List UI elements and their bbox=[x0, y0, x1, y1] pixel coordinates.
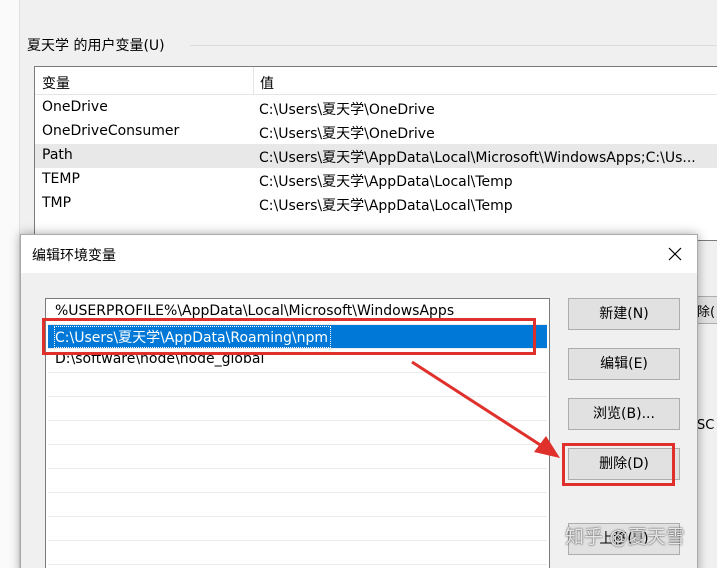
edit-env-variable-dialog: 编辑环境变量 %USERPROFILE%\AppData\Local\Micro… bbox=[20, 234, 698, 568]
path-entry-empty[interactable] bbox=[48, 445, 547, 469]
path-entry-empty[interactable] bbox=[48, 469, 547, 493]
path-entry-empty[interactable] bbox=[48, 517, 547, 541]
window-edge bbox=[0, 0, 20, 568]
path-entry-node-global[interactable]: D:\software\node\node_global bbox=[48, 349, 547, 373]
column-separator[interactable] bbox=[253, 67, 254, 95]
path-entry-npm[interactable]: C:\Users\夏天学\AppData\Roaming\npm bbox=[48, 325, 547, 349]
variable-value: C:\Users\夏天学\OneDrive bbox=[259, 102, 435, 118]
new-button[interactable]: 新建(N) bbox=[568, 298, 680, 330]
column-header-name[interactable]: 变量 bbox=[42, 73, 70, 93]
column-header-value[interactable]: 值 bbox=[260, 73, 274, 93]
variable-value: C:\Users\夏天学\AppData\Local\Microsoft\Win… bbox=[259, 150, 696, 166]
path-entry-empty[interactable] bbox=[48, 397, 547, 421]
user-variables-list[interactable]: 变量 值 OneDrive C:\Users\夏天学\OneDrive OneD… bbox=[34, 66, 717, 241]
variable-value: C:\Users\夏天学\OneDrive bbox=[259, 126, 435, 142]
path-entries-list[interactable]: %USERPROFILE%\AppData\Local\Microsoft\Wi… bbox=[45, 298, 550, 568]
variable-row-onedrive[interactable]: OneDrive C:\Users\夏天学\OneDrive bbox=[35, 96, 717, 120]
variable-row-onedriveconsumer[interactable]: OneDriveConsumer C:\Users\夏天学\OneDrive bbox=[35, 120, 717, 144]
path-entry-empty[interactable] bbox=[48, 493, 547, 517]
zhihu-watermark: 知乎 @夏天雪 bbox=[565, 526, 686, 548]
path-entry-text: D:\software\node\node_global bbox=[55, 351, 265, 367]
variable-name: OneDriveConsumer bbox=[42, 123, 180, 139]
browse-button[interactable]: 浏览(B)... bbox=[568, 398, 680, 430]
path-entry-empty[interactable] bbox=[48, 373, 547, 397]
path-entry-text: C:\Users\夏天学\AppData\Roaming\npm bbox=[54, 326, 331, 348]
variable-value: C:\Users\夏天学\AppData\Local\Temp bbox=[259, 174, 513, 190]
variable-name: Path bbox=[42, 147, 73, 163]
variable-name: TEMP bbox=[42, 171, 80, 187]
variable-name: OneDrive bbox=[42, 99, 108, 115]
variable-row-path[interactable]: Path C:\Users\夏天学\AppData\Local\Microsof… bbox=[35, 144, 717, 168]
close-button[interactable] bbox=[659, 239, 691, 269]
path-entry-empty[interactable] bbox=[48, 541, 547, 565]
variable-row-tmp[interactable]: TMP C:\Users\夏天学\AppData\Local\Temp bbox=[35, 192, 717, 216]
group-divider bbox=[190, 45, 717, 46]
path-entry-empty[interactable] bbox=[48, 421, 547, 445]
user-variables-group-label: 夏天学 的用户变量(U) bbox=[26, 35, 168, 55]
edit-button[interactable]: 编辑(E) bbox=[568, 348, 680, 380]
list-header: 变量 值 bbox=[35, 67, 717, 95]
path-entry-text: %USERPROFILE%\AppData\Local\Microsoft\Wi… bbox=[55, 303, 455, 319]
dialog-title: 编辑环境变量 bbox=[32, 248, 116, 264]
close-icon bbox=[668, 247, 682, 261]
delete-button[interactable]: 删除(D) bbox=[568, 448, 680, 480]
variable-value: C:\Users\夏天学\AppData\Local\Temp bbox=[259, 198, 513, 214]
dialog-titlebar[interactable]: 编辑环境变量 bbox=[21, 235, 697, 273]
variable-row-temp[interactable]: TEMP C:\Users\夏天学\AppData\Local\Temp bbox=[35, 168, 717, 192]
variable-name: TMP bbox=[42, 195, 72, 211]
background-partial-text: SC bbox=[697, 418, 715, 433]
path-entry-windowsapps[interactable]: %USERPROFILE%\AppData\Local\Microsoft\Wi… bbox=[48, 301, 547, 325]
